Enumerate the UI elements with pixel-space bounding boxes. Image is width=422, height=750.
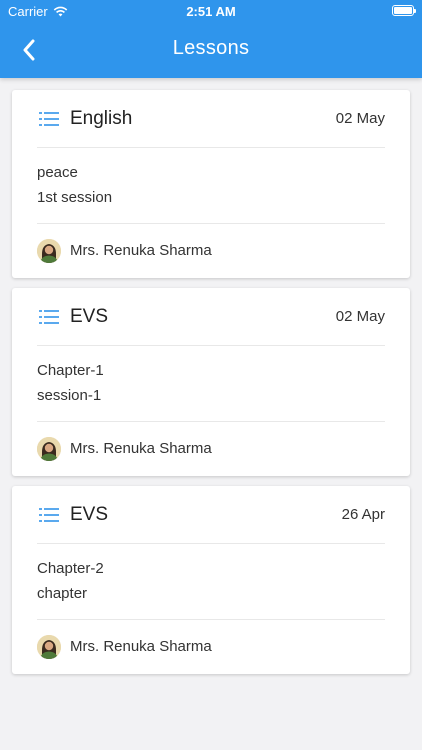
- lesson-topic: Chapter-2: [37, 560, 104, 577]
- teacher-avatar: [37, 635, 61, 659]
- teacher-name: Mrs. Renuka Sharma: [70, 440, 212, 457]
- teacher-name: Mrs. Renuka Sharma: [70, 242, 212, 259]
- app-header: Carrier 2:51 AM Lessons: [0, 0, 422, 78]
- lesson-card-body: Chapter-1 session-1: [37, 345, 385, 422]
- lesson-date: 02 May: [335, 110, 385, 127]
- lesson-card-body: Chapter-2 chapter: [37, 543, 385, 620]
- navigation-bar: Lessons: [0, 22, 422, 78]
- lessons-list: English 02 May peace 1st session Mrs. Re…: [12, 90, 410, 684]
- teacher-avatar: [37, 239, 61, 263]
- lesson-description: session-1: [37, 387, 102, 404]
- lesson-card-footer: Mrs. Renuka Sharma: [37, 223, 385, 278]
- list-icon: [39, 310, 59, 324]
- list-icon: [39, 508, 59, 522]
- lesson-description: chapter: [37, 585, 88, 602]
- lesson-card[interactable]: EVS 02 May Chapter-1 session-1 Mrs. Renu…: [12, 288, 410, 476]
- lesson-subject: EVS: [70, 306, 109, 327]
- lesson-card-body: peace 1st session: [37, 147, 385, 224]
- battery-icon: [392, 5, 416, 16]
- lesson-card-header: English 02 May: [37, 90, 385, 148]
- teacher-name: Mrs. Renuka Sharma: [70, 638, 212, 655]
- lesson-card-header: EVS 02 May: [37, 288, 385, 346]
- status-time: 2:51 AM: [186, 4, 236, 19]
- battery-fill: [394, 7, 412, 14]
- lesson-topic: peace: [37, 164, 78, 181]
- lesson-card[interactable]: English 02 May peace 1st session Mrs. Re…: [12, 90, 410, 278]
- lesson-subject: English: [70, 108, 133, 129]
- lesson-subject: EVS: [70, 504, 109, 525]
- lesson-card-footer: Mrs. Renuka Sharma: [37, 619, 385, 674]
- lesson-date: 02 May: [335, 308, 385, 325]
- lesson-card[interactable]: EVS 26 Apr Chapter-2 chapter Mrs. Renuka…: [12, 486, 410, 674]
- lesson-description: 1st session: [37, 189, 113, 206]
- page-title: Lessons: [172, 37, 250, 59]
- lesson-card-footer: Mrs. Renuka Sharma: [37, 421, 385, 476]
- lesson-card-header: EVS 26 Apr: [37, 486, 385, 544]
- teacher-avatar: [37, 437, 61, 461]
- status-bar: Carrier 2:51 AM: [0, 0, 422, 22]
- lesson-date: 26 Apr: [341, 506, 385, 523]
- list-icon: [39, 112, 59, 126]
- lesson-topic: Chapter-1: [37, 362, 104, 379]
